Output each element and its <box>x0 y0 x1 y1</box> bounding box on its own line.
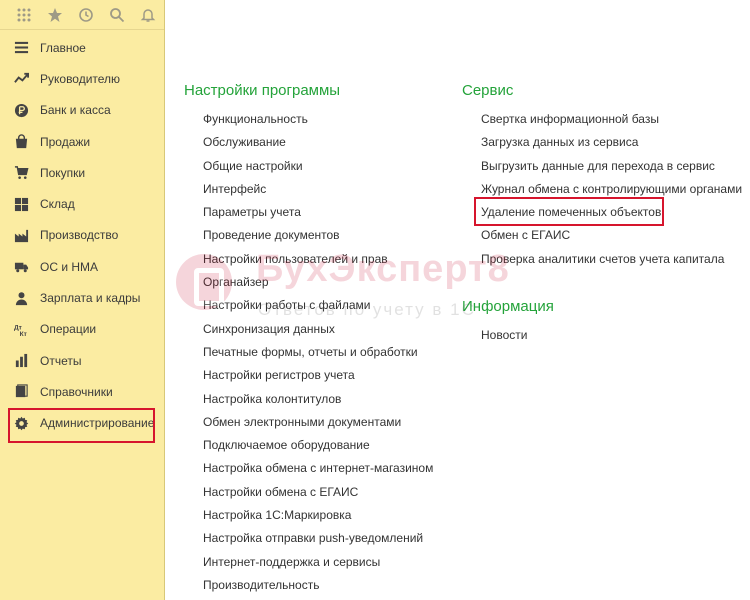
link-egais-exchange-settings[interactable]: Настройки обмена с ЕГАИС <box>184 482 433 505</box>
link-functionality[interactable]: Функциональность <box>184 109 433 132</box>
link-files-settings[interactable]: Настройки работы с файлами <box>184 295 433 318</box>
sidebar-toolbar <box>0 0 164 30</box>
link-accounting-parameters[interactable]: Параметры учета <box>184 202 433 225</box>
section-title-info: Информация <box>462 298 554 316</box>
apps-grid-icon[interactable] <box>8 0 39 30</box>
sidebar-item-fixed-assets[interactable]: ОС и НМА <box>0 251 164 282</box>
search-icon[interactable] <box>102 0 133 30</box>
service-column: Сервис Свертка информационной базы Загру… <box>462 82 742 348</box>
link-equipment[interactable]: Подключаемое оборудование <box>184 435 433 458</box>
favorites-star-icon[interactable] <box>39 0 70 30</box>
link-data-sync[interactable]: Синхронизация данных <box>184 319 433 342</box>
link-organizer[interactable]: Органайзер <box>184 272 433 295</box>
link-load-from-service[interactable]: Загрузка данных из сервиса <box>462 132 742 155</box>
link-headers-footers[interactable]: Настройка колонтитулов <box>184 389 433 412</box>
link-news[interactable]: Новости <box>462 325 742 348</box>
section-title-service: Сервис <box>462 82 514 99</box>
link-capital-analytics-check[interactable]: Проверка аналитики счетов учета капитала <box>462 249 742 272</box>
link-push-notifications[interactable]: Настройка отправки push-уведомлений <box>184 528 433 551</box>
sidebar-item-production[interactable]: Производство <box>0 220 164 251</box>
menu-lines-icon <box>13 40 29 56</box>
main-panel: Настройки программы Функциональность Обс… <box>166 0 750 600</box>
link-registers-settings[interactable]: Настройки регистров учета <box>184 365 433 388</box>
sidebar-item-label: Главное <box>40 40 86 55</box>
link-performance[interactable]: Производительность <box>184 575 433 598</box>
sidebar-item-label: Производство <box>40 228 119 243</box>
link-general-settings[interactable]: Общие настройки <box>184 156 433 179</box>
section-title-settings: Настройки программы <box>184 82 341 99</box>
link-print-forms[interactable]: Печатные формы, отчеты и обработки <box>184 342 433 365</box>
svg-text:Кт: Кт <box>19 331 27 337</box>
settings-column: Настройки программы Функциональность Обс… <box>184 82 433 598</box>
truck-icon <box>13 259 29 275</box>
sidebar-item-label: Банк и касса <box>40 103 111 118</box>
sidebar-item-manager[interactable]: Руководителю <box>0 63 164 94</box>
link-delete-marked-objects[interactable]: Удаление помеченных объектов <box>462 202 742 225</box>
link-users-rights[interactable]: Настройки пользователей и прав <box>184 249 433 272</box>
sidebar-item-payroll[interactable]: Зарплата и кадры <box>0 282 164 313</box>
sidebar-item-operations[interactable]: Дт Кт Операции <box>0 314 164 345</box>
factory-icon <box>13 227 29 243</box>
sidebar-item-label: Отчеты <box>40 353 82 368</box>
sidebar-item-administration[interactable]: Администрирование <box>0 408 164 439</box>
sidebar: Главное Руководителю Банк и касса Продаж… <box>0 0 165 600</box>
sidebar-item-label: Склад <box>40 197 75 212</box>
sidebar-item-reports[interactable]: Отчеты <box>0 345 164 376</box>
link-marking[interactable]: Настройка 1С:Маркировка <box>184 505 433 528</box>
link-document-posting[interactable]: Проведение документов <box>184 225 433 248</box>
gear-icon <box>13 415 29 431</box>
sidebar-item-label: Руководителю <box>40 71 121 86</box>
shopping-bag-icon <box>13 134 29 150</box>
sidebar-item-sales[interactable]: Продажи <box>0 126 164 157</box>
sidebar-nav: Главное Руководителю Банк и касса Продаж… <box>0 30 164 439</box>
sidebar-item-bank[interactable]: Банк и касса <box>0 95 164 126</box>
link-egais-exchange[interactable]: Обмен с ЕГАИС <box>462 225 742 248</box>
debit-credit-icon: Дт Кт <box>13 321 29 337</box>
person-icon <box>13 290 29 306</box>
notifications-bell-icon[interactable] <box>133 0 164 30</box>
link-maintenance[interactable]: Обслуживание <box>184 132 433 155</box>
link-export-to-service[interactable]: Выгрузить данные для перехода в сервис <box>462 156 742 179</box>
link-edi[interactable]: Обмен электронными документами <box>184 412 433 435</box>
sidebar-item-label: Покупки <box>40 165 86 180</box>
trend-chart-icon <box>13 71 29 87</box>
warehouse-grid-icon <box>13 196 29 212</box>
sidebar-item-label: Операции <box>40 322 97 337</box>
link-internet-support[interactable]: Интернет-поддержка и сервисы <box>184 552 433 575</box>
sidebar-item-warehouse[interactable]: Склад <box>0 188 164 219</box>
link-interface[interactable]: Интерфейс <box>184 179 433 202</box>
ruble-coin-icon <box>13 102 29 118</box>
sidebar-item-directories[interactable]: Справочники <box>0 376 164 407</box>
history-icon[interactable] <box>70 0 101 30</box>
sidebar-item-label: ОС и НМА <box>40 259 99 274</box>
sidebar-item-purchases[interactable]: Покупки <box>0 157 164 188</box>
sidebar-item-label: Администрирование <box>40 416 155 431</box>
link-regulatory-exchange-log[interactable]: Журнал обмена с контролирующими органами <box>462 179 742 202</box>
link-online-store-exchange[interactable]: Настройка обмена с интернет-магазином <box>184 458 433 481</box>
sidebar-item-label: Справочники <box>40 384 113 399</box>
link-infobase-collapse[interactable]: Свертка информационной базы <box>462 109 742 132</box>
sidebar-item-main[interactable]: Главное <box>0 32 164 63</box>
sidebar-item-label: Продажи <box>40 134 91 149</box>
books-icon <box>13 384 29 400</box>
cart-icon <box>13 165 29 181</box>
report-chart-icon <box>13 353 29 369</box>
sidebar-item-label: Зарплата и кадры <box>40 291 141 306</box>
